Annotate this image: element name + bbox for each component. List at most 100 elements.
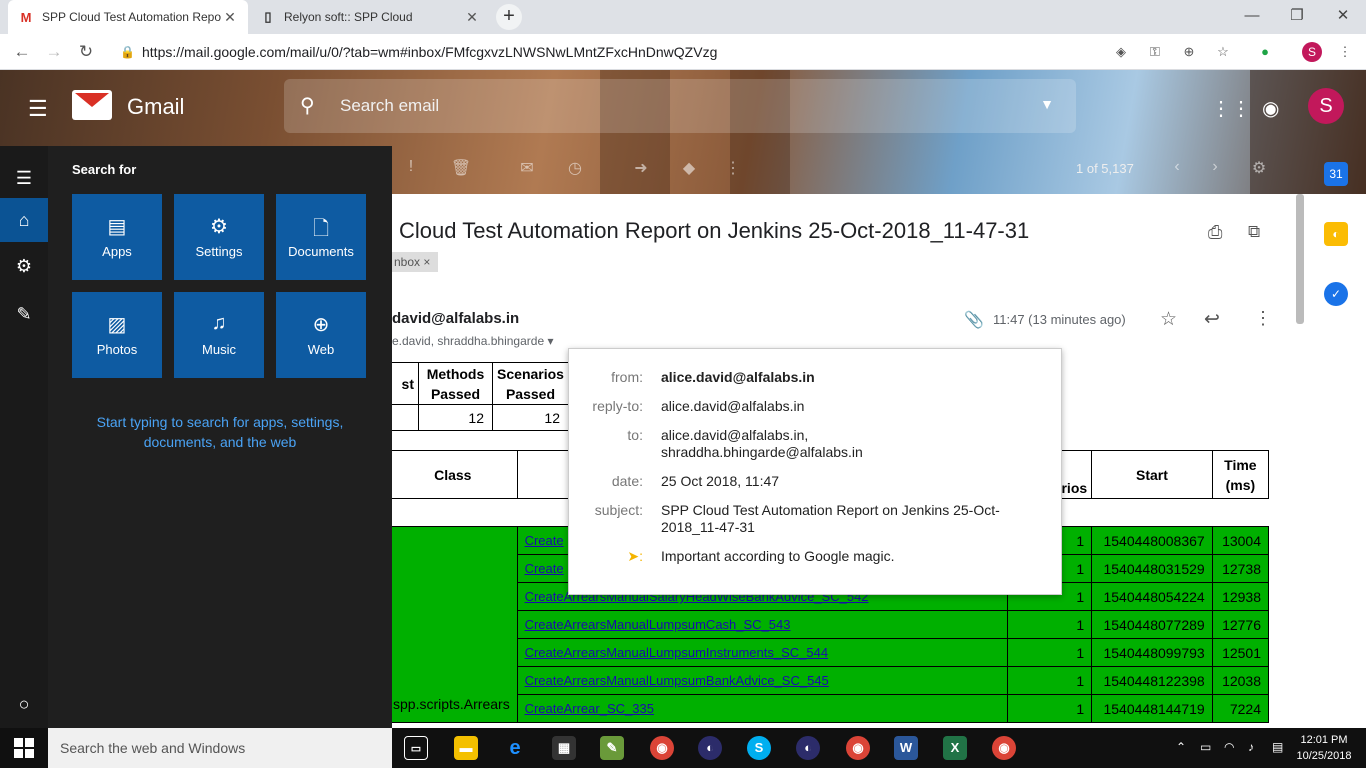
eclipse-icon-2[interactable]: ◐	[796, 736, 820, 760]
close-window-icon[interactable]: ✕	[1331, 5, 1355, 29]
start-cell: 1540448144719	[1091, 694, 1213, 723]
back-icon[interactable]: ←	[10, 40, 34, 64]
to-label: to:	[627, 427, 643, 443]
task-view-icon[interactable]: ▭	[404, 736, 428, 760]
settings-tile[interactable]: ⚙ Settings	[174, 194, 264, 280]
chrome-icon-3[interactable]: ◉	[992, 736, 1016, 760]
main-menu-icon[interactable]: ☰	[28, 96, 48, 122]
extension-icon[interactable]: ◈	[1112, 43, 1130, 61]
side-panel: 31 ◐ ✓ + ›	[1310, 150, 1366, 728]
address-bar[interactable]: 🔒 https://mail.google.com/mail/u/0/?tab=…	[112, 38, 1252, 66]
gmail-search-input[interactable]: ⚲ Search email ▼	[284, 79, 1076, 133]
notifications-icon[interactable]: ◉	[1262, 96, 1279, 121]
recipients-toggle[interactable]: e.david, shraddha.bhingarde ▾	[392, 334, 553, 348]
reload-icon[interactable]: ↻	[74, 40, 98, 64]
edge-icon[interactable]: e	[503, 736, 527, 760]
minimize-icon[interactable]: —	[1240, 5, 1264, 29]
music-tile[interactable]: ♫ Music	[174, 292, 264, 378]
start-cell: 1540448054224	[1091, 582, 1213, 611]
tasks-icon[interactable]: ✓	[1324, 282, 1348, 306]
battery-icon[interactable]: ▭	[1200, 740, 1211, 754]
account-avatar[interactable]: S	[1308, 88, 1344, 124]
feedback-icon[interactable]: ✎	[0, 292, 48, 336]
volume-icon[interactable]: ♪	[1248, 740, 1254, 754]
report-spam-icon[interactable]: !	[400, 158, 422, 180]
newer-icon[interactable]: ›	[1204, 158, 1226, 180]
windows-start-icon[interactable]	[14, 738, 34, 758]
chrome-icon[interactable]: ◉	[650, 736, 674, 760]
globe-icon: ⊕	[312, 314, 330, 336]
chrome-menu-icon[interactable]: ⋮	[1336, 43, 1354, 61]
older-icon[interactable]: ‹	[1166, 158, 1188, 180]
reply-icon[interactable]: ↩	[1204, 308, 1220, 331]
email-scrollbar[interactable]	[1296, 194, 1304, 324]
method-link[interactable]: CreateArrearsManualLumpsumInstruments_SC…	[516, 638, 1008, 667]
sender-email[interactable]: david@alfalabs.in	[392, 310, 519, 327]
search-for-heading: Search for	[72, 162, 137, 177]
url-text: https://mail.google.com/mail/u/0/?tab=wm…	[142, 44, 718, 60]
inbox-label-chip[interactable]: nbox ×	[392, 252, 439, 272]
chrome-profile-avatar[interactable]: S	[1302, 42, 1322, 62]
cortana-icon[interactable]: ○	[0, 682, 48, 726]
taskbar-clock[interactable]: 12:01 PM 10/25/2018	[1296, 732, 1352, 764]
chrome-icon-2[interactable]: ◉	[846, 736, 870, 760]
wifi-icon[interactable]: ◠	[1224, 740, 1234, 754]
close-tab-icon[interactable]: ✕	[464, 9, 480, 26]
calendar-icon[interactable]: 31	[1324, 162, 1348, 186]
zoom-icon[interactable]: ⊕	[1180, 43, 1198, 61]
tray-chevron-icon[interactable]: ⌃	[1176, 740, 1186, 754]
apps-tile[interactable]: ▤ Apps	[72, 194, 162, 280]
gmail-logo[interactable]	[72, 90, 112, 120]
method-link[interactable]: CreateArrearsManualLumpsumCash_SC_543	[516, 610, 1008, 639]
restore-icon[interactable]: ❐	[1285, 5, 1309, 29]
tab-title: Relyon soft:: SPP Cloud	[284, 10, 413, 24]
method-link[interactable]: CreateArrear_SC_335	[516, 694, 1008, 723]
tab-gmail[interactable]: M SPP Cloud Test Automation Repo ✕	[8, 0, 248, 34]
file-explorer-icon[interactable]: ▬	[454, 736, 478, 760]
extension-green-icon[interactable]: ●	[1256, 43, 1274, 61]
web-tile[interactable]: ⊕ Web	[276, 292, 366, 378]
apps-grid-icon[interactable]: ⋮⋮	[1211, 96, 1251, 121]
settings-icon[interactable]: ⚙	[0, 244, 48, 288]
open-new-window-icon[interactable]: ⧉	[1248, 222, 1260, 242]
gmail-favicon-icon: M	[20, 9, 32, 25]
home-icon[interactable]: ⌂	[0, 198, 48, 242]
key-icon[interactable]: ⚿	[1146, 43, 1164, 61]
method-link[interactable]: CreateArrearsManualLumpsumBankAdvice_SC_…	[516, 666, 1008, 695]
keep-icon[interactable]: ◐	[1324, 222, 1348, 246]
excel-icon[interactable]: X	[943, 736, 967, 760]
new-tab-button[interactable]: +	[496, 4, 522, 30]
close-tab-icon[interactable]: ✕	[222, 9, 238, 26]
forward-icon[interactable]: →	[42, 40, 66, 64]
hamburger-icon[interactable]: ☰	[0, 156, 48, 200]
settings-gear-icon[interactable]: ⚙	[1248, 158, 1270, 180]
scenarios-cell: 1	[1006, 638, 1093, 667]
more-options-icon[interactable]: ⋮	[1254, 308, 1272, 329]
bookmark-star-icon[interactable]: ☆	[1214, 43, 1232, 61]
search-icon[interactable]: ⚲	[300, 93, 315, 118]
notifications-center-icon[interactable]: ▤	[1272, 740, 1283, 754]
notepadpp-icon[interactable]: ✎	[600, 736, 624, 760]
tab-relyon[interactable]: ▯ Relyon soft:: SPP Cloud ✕	[250, 0, 490, 34]
taskbar-search-input[interactable]: Search the web and Windows	[48, 728, 392, 768]
add-addon-icon[interactable]: +	[1324, 380, 1348, 404]
time-cell: 7224	[1211, 694, 1270, 723]
eclipse-icon[interactable]: ◐	[698, 736, 722, 760]
browser-toolbar: ← → ↻ 🔒 https://mail.google.com/mail/u/0…	[0, 34, 1366, 70]
label-icon[interactable]: ◆	[678, 158, 700, 180]
star-icon[interactable]: ☆	[1160, 308, 1177, 331]
move-to-icon[interactable]: ➜	[630, 158, 652, 180]
windows-taskbar: Search the web and Windows ▭ ▬ e ▦ ✎ ◉ ◐…	[0, 728, 1366, 768]
more-actions-icon[interactable]: ⋮	[722, 158, 744, 180]
mark-unread-icon[interactable]: ✉	[516, 158, 538, 180]
word-icon[interactable]: W	[894, 736, 918, 760]
delete-icon[interactable]: 🗑	[450, 158, 472, 180]
store-icon[interactable]: ▦	[552, 736, 576, 760]
print-icon[interactable]: ⎙	[1208, 222, 1222, 243]
documents-tile[interactable]: 🗋 Documents	[276, 194, 366, 280]
skype-icon[interactable]: S	[747, 736, 771, 760]
expand-panel-icon[interactable]: ›	[1324, 682, 1348, 706]
photos-tile[interactable]: ▨ Photos	[72, 292, 162, 378]
search-options-icon[interactable]: ▼	[1040, 96, 1054, 112]
snooze-icon[interactable]: ◷	[564, 158, 586, 180]
